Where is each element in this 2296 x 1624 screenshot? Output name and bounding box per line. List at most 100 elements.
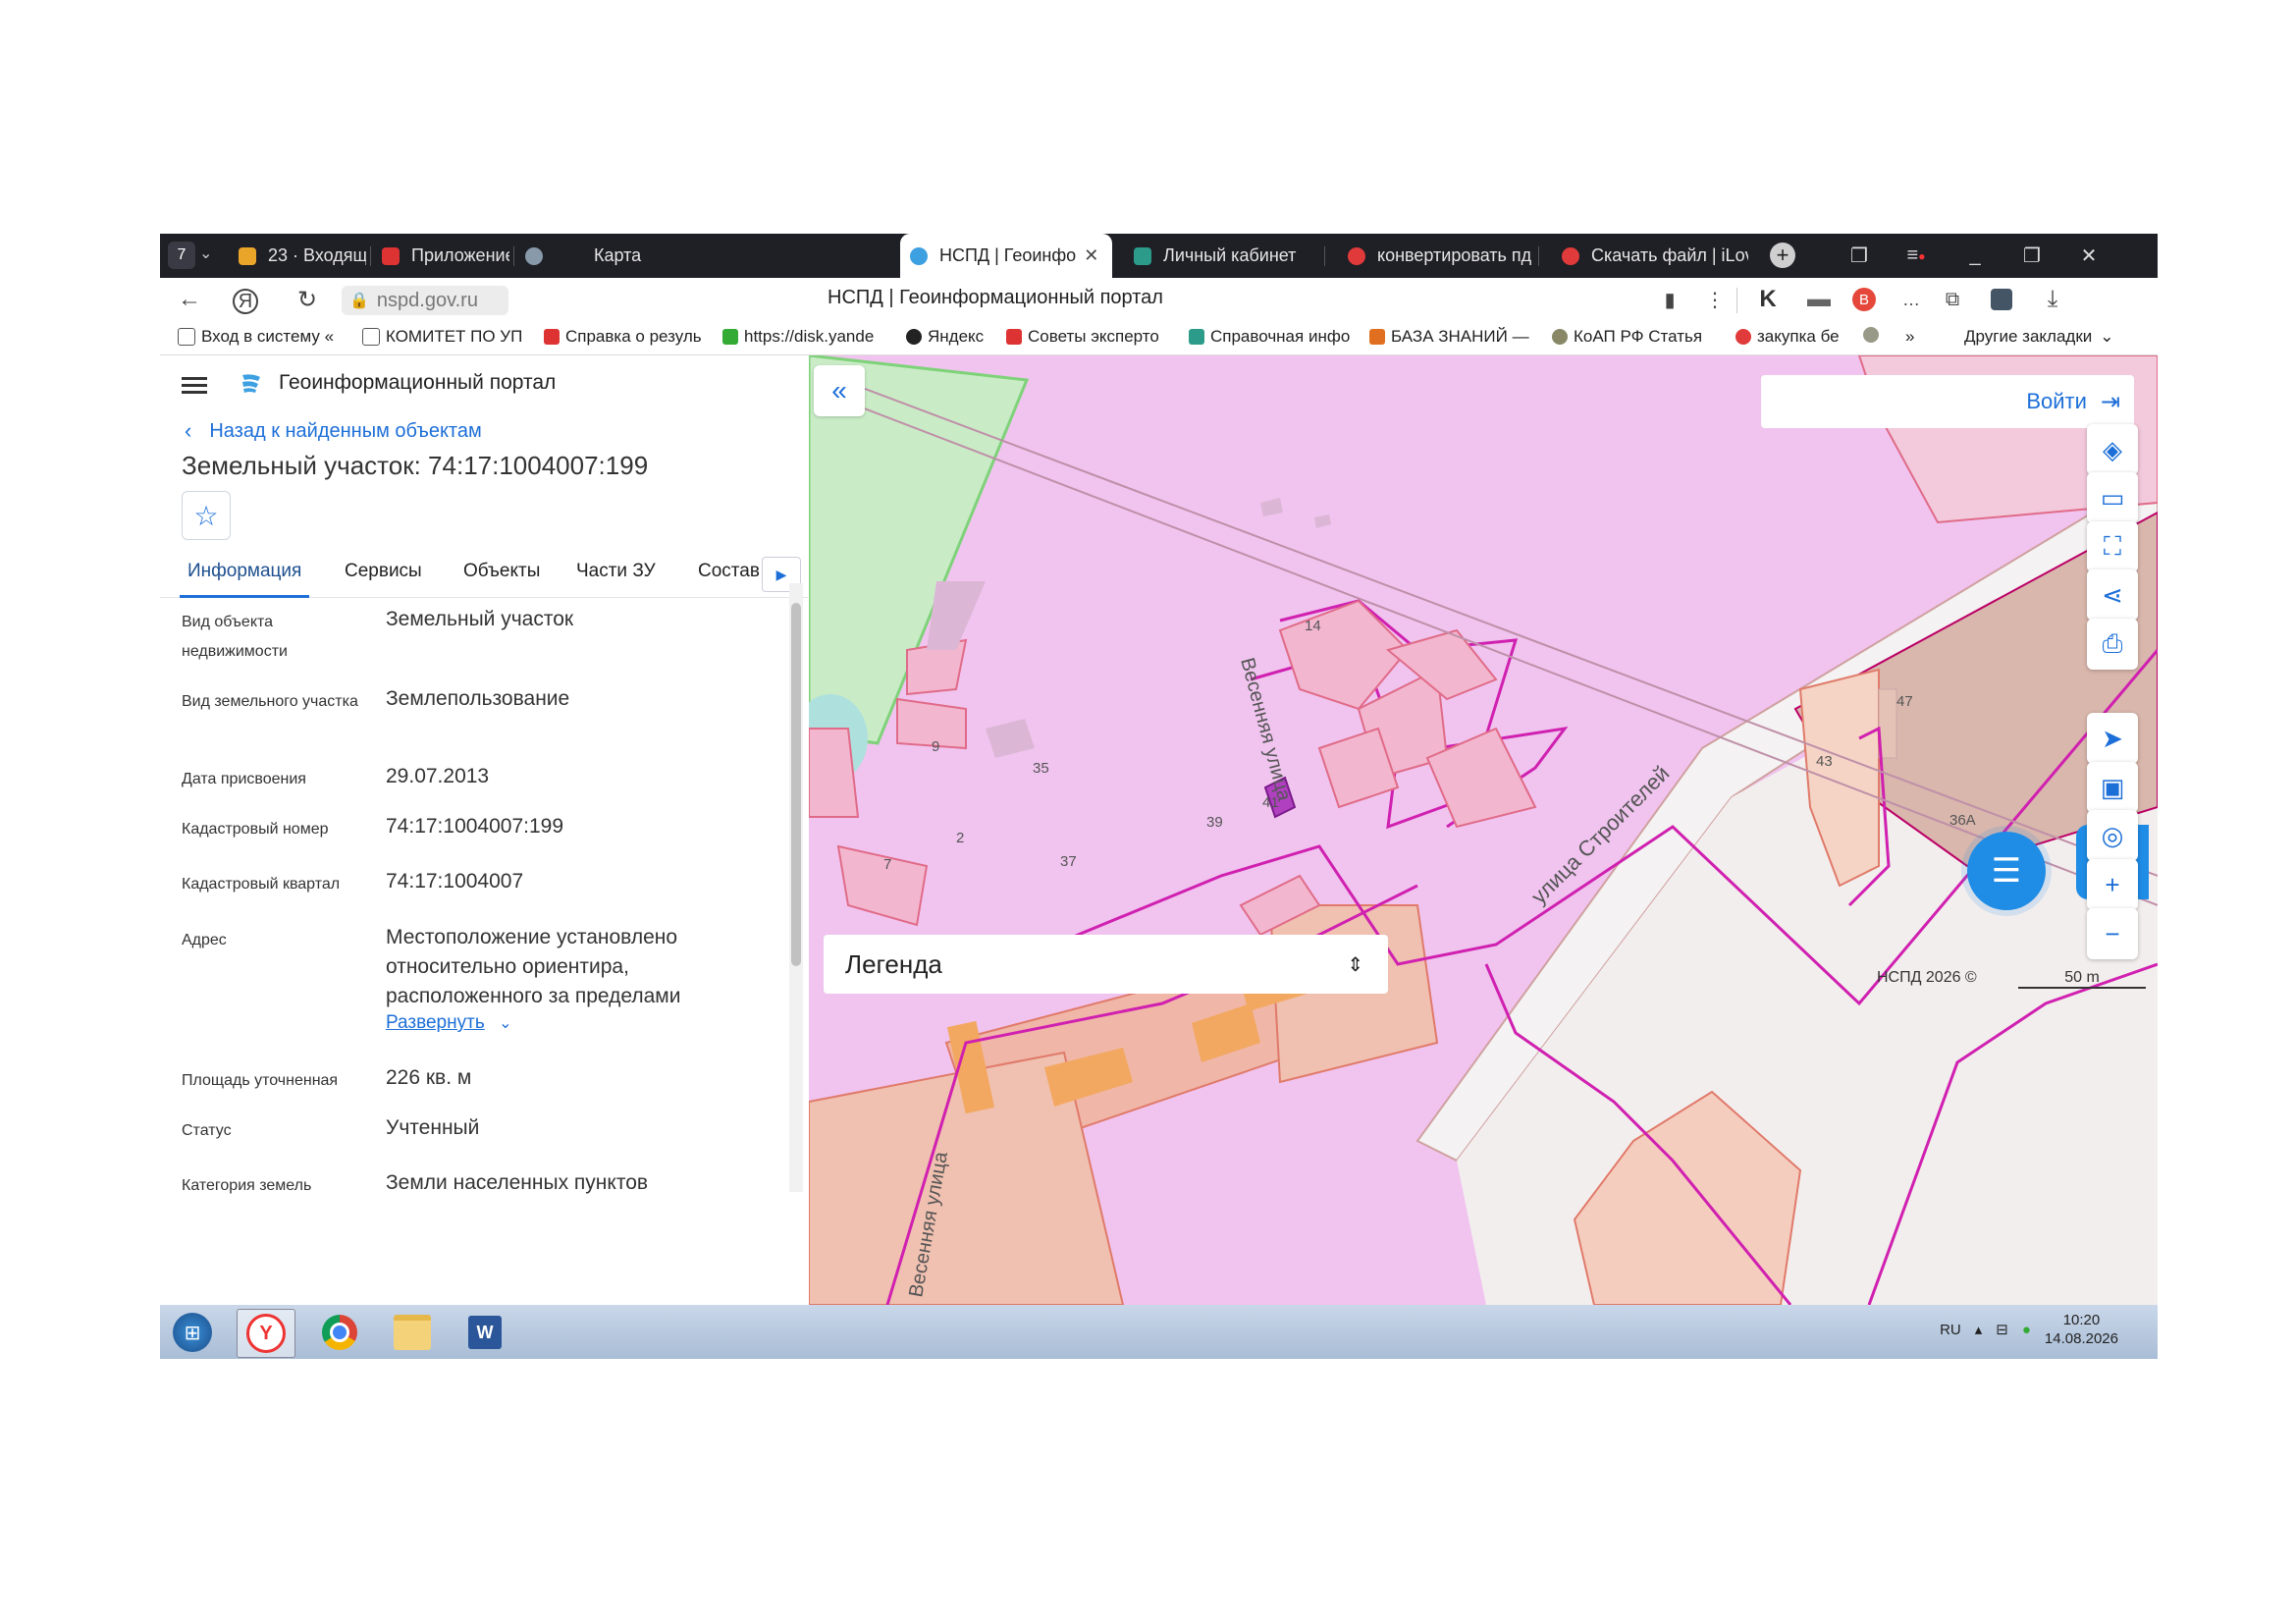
collections-icon[interactable]: ❐ xyxy=(1835,234,1884,278)
language-indicator[interactable]: RU xyxy=(1940,1322,1961,1338)
yandex-icon xyxy=(1348,246,1365,265)
tray-arrow-icon[interactable]: ▴ xyxy=(1975,1321,1983,1338)
tab-title: НСПД | Геоинфо xyxy=(939,245,1077,265)
bookmark-item[interactable]: Справочная инфо xyxy=(1189,327,1356,347)
panel-scrollbar[interactable] xyxy=(789,583,803,1192)
bookmark-item[interactable]: Яндекс xyxy=(906,327,999,347)
bookmark-item[interactable]: Вход в систему « xyxy=(178,327,349,347)
tab-map[interactable]: Карта xyxy=(564,234,663,278)
start-button[interactable]: ⊞ xyxy=(164,1309,221,1356)
layers-button[interactable]: ◈ xyxy=(2087,424,2138,475)
taskbar-explorer[interactable] xyxy=(384,1309,441,1356)
legend-dropdown[interactable]: Легенда ⇕ xyxy=(824,935,1388,994)
bookmark-item[interactable]: КоАП РФ Статья xyxy=(1552,327,1719,347)
scrollbar-thumb[interactable] xyxy=(791,603,801,966)
yandex-logo-icon[interactable]: Я xyxy=(233,289,258,314)
bookmarks-more[interactable]: » xyxy=(1905,327,1914,347)
ruler-button[interactable]: ▭ xyxy=(2087,472,2138,523)
new-tab-button[interactable]: + xyxy=(1770,243,1795,268)
puzzle-icon[interactable]: ⧉ xyxy=(1937,284,1968,315)
restore-button[interactable]: ❐ xyxy=(2007,234,2056,278)
bookmark-item[interactable]: Советы эксперто xyxy=(1006,327,1173,347)
back-to-results-link[interactable]: ‹ Назад к найденным объектам xyxy=(185,418,482,444)
bookmark-avatar-icon[interactable] xyxy=(1863,327,1885,343)
yandex-browser-icon: Y xyxy=(246,1314,286,1353)
prop-value: 74:17:1004007:199 xyxy=(386,815,564,838)
updown-chevron-icon: ⇕ xyxy=(1347,953,1363,976)
bookmark-item[interactable]: закупка бе xyxy=(1735,327,1843,347)
expand-link[interactable]: Развернуть ⌄ xyxy=(386,1012,512,1034)
clock[interactable]: 10:20 14.08.2026 xyxy=(2045,1311,2118,1348)
zoom-in-button[interactable]: + xyxy=(2087,859,2138,910)
windows-taskbar: ⊞ Y W RU ▴ ⊟ ● 10:20 14.08.2026 xyxy=(160,1305,2158,1359)
tab-mail[interactable]: 23 · Входящие — Ян xyxy=(229,234,366,278)
other-bookmarks[interactable]: Другие закладки ⌄ xyxy=(1964,327,2114,347)
tab-title: 23 · Входящие — Ян xyxy=(268,245,366,265)
reload-icon[interactable]: ↻ xyxy=(292,284,323,315)
tab-parts[interactable]: Части ЗУ xyxy=(576,548,656,595)
download-icon[interactable]: ⤓ xyxy=(2037,284,2068,315)
chevron-left-icon: ‹ xyxy=(185,418,192,443)
zoom-out-button[interactable]: − xyxy=(2087,908,2138,959)
close-window-button[interactable]: ✕ xyxy=(2064,234,2113,278)
taskbar-chrome[interactable] xyxy=(311,1309,368,1356)
tab-composition[interactable]: Состав xyxy=(698,548,760,595)
taskbar-yandex-browser[interactable]: Y xyxy=(237,1309,295,1358)
tab-objects[interactable]: Объекты xyxy=(463,548,540,595)
address-bar: ← Я ↻ 🔒 nspd.gov.ru НСПД | Геоинформацио… xyxy=(160,278,2158,321)
tab-title: Приложение. Класс xyxy=(411,245,509,265)
favorite-star-button[interactable]: ☆ xyxy=(182,491,231,540)
tab-information[interactable]: Информация xyxy=(180,548,310,598)
house-number: 36А xyxy=(1949,812,1976,829)
tab-nspd[interactable]: НСПД | Геоинфо ✕ xyxy=(900,234,1112,278)
select-area-icon: ⛶ xyxy=(2103,531,2122,561)
tab-services[interactable]: Сервисы xyxy=(345,548,422,595)
disk-icon xyxy=(722,329,738,345)
chat-button[interactable]: ☰ xyxy=(1967,832,2046,910)
login-button[interactable]: Войти ⇥ xyxy=(1761,375,2134,428)
hamburger-menu-icon[interactable] xyxy=(182,373,207,398)
tabs-dropdown-icon[interactable]: ⌄ xyxy=(199,244,212,263)
report-icon xyxy=(544,329,560,345)
locate-button[interactable]: ◎ xyxy=(2087,810,2138,861)
minimize-button[interactable]: _ xyxy=(1950,234,2000,278)
back-arrow-icon[interactable]: ← xyxy=(174,284,205,315)
url-field[interactable]: 🔒 nspd.gov.ru xyxy=(342,286,508,315)
share-button[interactable]: ⋖ xyxy=(2087,569,2138,621)
cabinet-icon xyxy=(1134,246,1151,265)
bookmark-icon[interactable]: ▮ xyxy=(1654,284,1685,315)
globe-icon xyxy=(525,246,543,265)
cadastral-map[interactable]: 14 47 43 35 41 39 37 2 7 9 36А Весенняя … xyxy=(809,355,2158,1305)
more-extensions-icon[interactable]: … xyxy=(1896,284,1927,315)
tab-ilove[interactable]: Скачать файл | iLov xyxy=(1552,234,1748,278)
kontur-ext-icon[interactable]: K xyxy=(1752,284,1784,315)
tab-blank[interactable] xyxy=(515,234,564,278)
collapse-panel-button[interactable]: « xyxy=(814,365,865,416)
extension-icon[interactable]: ▬ xyxy=(1803,284,1835,315)
tab-title: Карта xyxy=(594,245,642,265)
close-tab-icon[interactable]: ✕ xyxy=(1084,245,1098,266)
minimap-button[interactable]: ▣ xyxy=(2087,762,2138,813)
menu-notify-icon[interactable]: ≡ ● xyxy=(1892,234,1941,278)
select-area-button[interactable]: ⛶ xyxy=(2087,521,2138,572)
bookmark-item[interactable]: https://disk.yande xyxy=(722,327,889,347)
navigate-button[interactable]: ➤ xyxy=(2087,713,2138,764)
taskbar-word[interactable]: W xyxy=(456,1309,513,1356)
bookmark-item[interactable]: Справка о резуль xyxy=(544,327,706,347)
tab-convert[interactable]: конвертировать пд xyxy=(1338,234,1534,278)
bookmark-item[interactable]: БАЗА ЗНАНИЙ — xyxy=(1369,327,1536,347)
prop-label: Категория земель xyxy=(182,1177,312,1194)
antivirus-icon[interactable]: ● xyxy=(2022,1322,2031,1338)
more-vert-icon[interactable]: ⋮ xyxy=(1699,284,1731,315)
browser-window: 7 ⌄ 23 · Входящие — Ян Приложение. Класс… xyxy=(160,234,2158,1359)
tab-counter[interactable]: 7 xyxy=(168,242,195,269)
print-button[interactable]: ⎙ xyxy=(2087,619,2138,670)
profile-icon[interactable] xyxy=(1986,284,2017,315)
b-extension-icon[interactable]: B xyxy=(1848,284,1880,315)
bookmark-item[interactable]: КОМИТЕТ ПО УП xyxy=(362,327,529,347)
share-icon: ⋖ xyxy=(2102,579,2123,610)
network-icon[interactable]: ⊟ xyxy=(1996,1321,2008,1338)
tab-cabinet[interactable]: Личный кабинет xyxy=(1124,234,1320,278)
tab-app[interactable]: Приложение. Класс xyxy=(372,234,509,278)
prop-value: 74:17:1004007 xyxy=(386,870,524,893)
